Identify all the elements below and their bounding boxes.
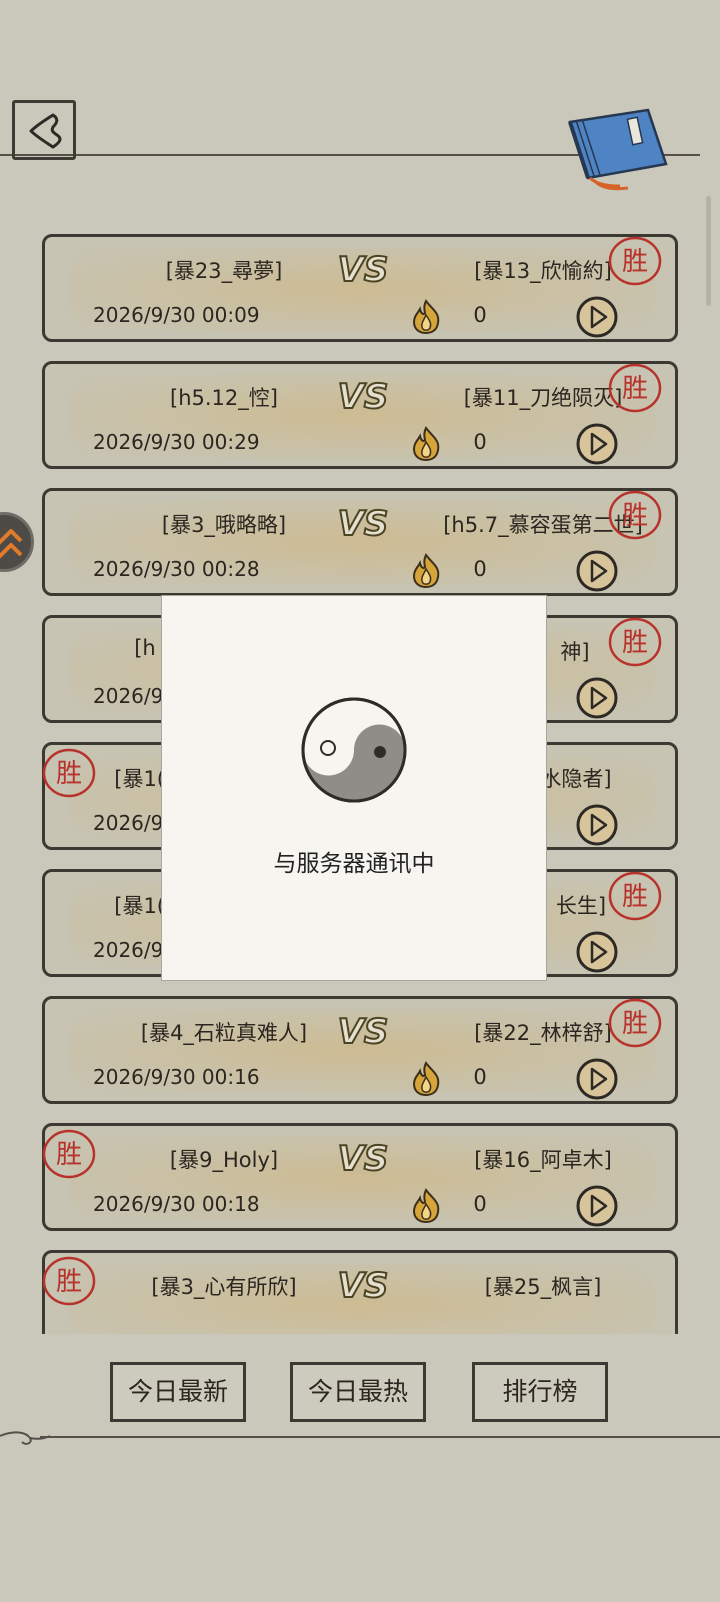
loading-message: 与服务器通讯中: [273, 851, 435, 877]
svg-text:胜: 胜: [622, 1009, 648, 1039]
player-left: [暴3_哦略略]: [161, 513, 287, 537]
heat-count: 0: [473, 1192, 487, 1216]
svg-text:VS: VS: [338, 250, 389, 289]
play-replay-button[interactable]: [575, 422, 619, 466]
fire-icon: [412, 299, 440, 335]
player-left: [暴23_尋夢]: [165, 259, 283, 283]
win-stamp-icon: 胜: [608, 490, 662, 540]
rulebook-icon[interactable]: [566, 108, 672, 192]
tab-today-latest[interactable]: 今日最新: [110, 1362, 246, 1422]
win-stamp-icon: 胜: [42, 1129, 96, 1179]
match-date: 2026/9/: [93, 811, 171, 835]
heat-count: 0: [473, 303, 487, 327]
player-left: [暴1(: [114, 894, 165, 918]
match-card[interactable]: [h5.12_悾] VS 2026/9/30 00:29 0 [暴11_刀绝陨灭…: [42, 361, 678, 469]
win-stamp-icon: 胜: [608, 363, 662, 413]
play-replay-button[interactable]: [575, 295, 619, 339]
match-date: 2026/9/: [93, 684, 171, 708]
back-arrow-icon: [29, 113, 62, 149]
match-date: 2026/9/30 00:18: [93, 1192, 260, 1216]
player-left: [暴3_心有所欣]: [151, 1275, 297, 1299]
win-stamp-icon: 胜: [608, 236, 662, 286]
vs-icon: VS: [337, 249, 390, 289]
svg-text:VS: VS: [338, 1012, 389, 1051]
fire-icon: [412, 1188, 440, 1224]
svg-text:VS: VS: [338, 504, 389, 543]
footer-divider: [40, 1436, 720, 1438]
fire-icon: [412, 426, 440, 462]
match-date: 2026/9/30 00:09: [93, 303, 260, 327]
tab-ranking[interactable]: 排行榜: [472, 1362, 608, 1422]
svg-text:胜: 胜: [56, 1140, 82, 1170]
fire-icon: [412, 553, 440, 589]
match-card[interactable]: [暴3_心有所欣] VS [暴25_枫言] 胜: [42, 1250, 678, 1334]
heat-count: 0: [473, 557, 487, 581]
svg-text:胜: 胜: [56, 1267, 82, 1297]
back-button[interactable]: [12, 100, 76, 160]
win-stamp-icon: 胜: [608, 871, 662, 921]
svg-text:胜: 胜: [622, 628, 648, 658]
svg-text:胜: 胜: [622, 374, 648, 404]
win-stamp-icon: 胜: [608, 998, 662, 1048]
yin-yang-icon: [301, 697, 407, 803]
play-replay-button[interactable]: [575, 549, 619, 593]
play-replay-button[interactable]: [575, 1057, 619, 1101]
win-stamp-icon: 胜: [42, 748, 96, 798]
win-stamp-icon: 胜: [42, 1256, 96, 1306]
match-date: 2026/9/30 00:29: [93, 430, 260, 454]
heat-count: 0: [473, 1065, 487, 1089]
heat-count: 0: [473, 430, 487, 454]
player-right: [暴16_阿卓木]: [474, 1148, 612, 1172]
svg-text:胜: 胜: [622, 501, 648, 531]
player-right: [暴25_枫言]: [484, 1275, 602, 1299]
match-date: 2026/9/30 00:28: [93, 557, 260, 581]
play-replay-button[interactable]: [575, 803, 619, 847]
svg-text:胜: 胜: [622, 247, 648, 277]
vs-icon: VS: [337, 1138, 390, 1178]
match-card[interactable]: [暴23_尋夢] VS 2026/9/30 00:09 0 [暴13_欣愉約] …: [42, 234, 678, 342]
match-date: 2026/9/30 00:16: [93, 1065, 260, 1089]
player-left: [h5.12_悾]: [170, 386, 278, 410]
loading-dialog: 与服务器通讯中: [162, 596, 546, 980]
play-replay-button[interactable]: [575, 676, 619, 720]
win-stamp-icon: 胜: [608, 617, 662, 667]
play-replay-button[interactable]: [575, 930, 619, 974]
player-left: [暴9_Holy]: [169, 1148, 279, 1172]
play-replay-button[interactable]: [575, 1184, 619, 1228]
bottom-tab-bar: 今日最新 今日最热 排行榜: [0, 1350, 720, 1440]
svg-text:VS: VS: [338, 1266, 389, 1305]
svg-text:VS: VS: [338, 1139, 389, 1178]
vs-icon: VS: [337, 1011, 390, 1051]
vs-icon: VS: [337, 503, 390, 543]
match-card[interactable]: [暴4_石粒真难人] VS 2026/9/30 00:16 0 [暴22_林梓舒…: [42, 996, 678, 1104]
fire-icon: [412, 1061, 440, 1097]
svg-text:VS: VS: [338, 377, 389, 416]
match-card[interactable]: [暴3_哦略略] VS 2026/9/30 00:28 0 [h5.7_慕容蛋第…: [42, 488, 678, 596]
svg-text:胜: 胜: [622, 882, 648, 912]
match-date: 2026/9/: [93, 938, 171, 962]
svg-text:胜: 胜: [56, 759, 82, 789]
vs-icon: VS: [337, 1265, 390, 1305]
player-left: [暴4_石粒真难人]: [140, 1021, 308, 1045]
tab-today-hot[interactable]: 今日最热: [290, 1362, 426, 1422]
match-card[interactable]: [暴9_Holy] VS 2026/9/30 00:18 0 [暴16_阿卓木]…: [42, 1123, 678, 1231]
player-left: [暴1(: [114, 767, 165, 791]
vs-icon: VS: [337, 376, 390, 416]
